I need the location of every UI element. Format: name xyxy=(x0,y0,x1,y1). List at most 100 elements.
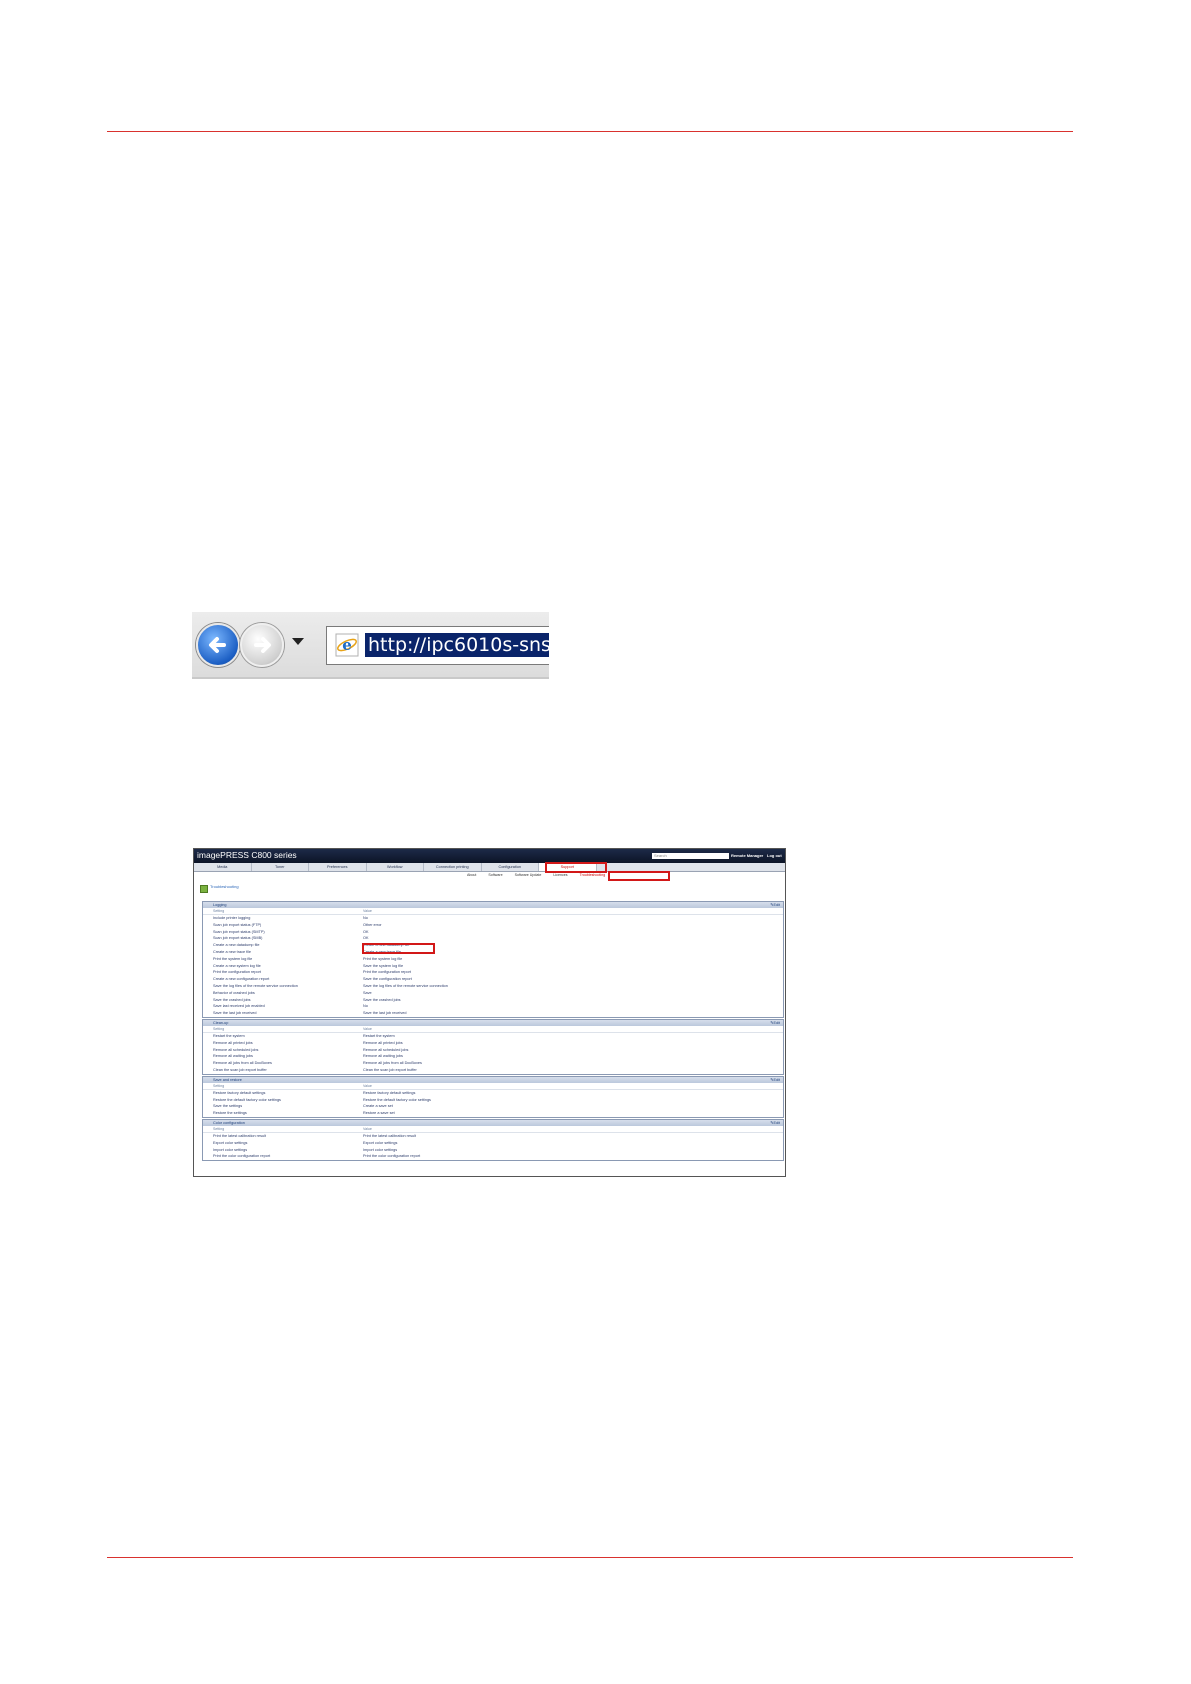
section-color-configuration: Color configuration ✎Edit Setting Value Prin… xyxy=(202,1118,784,1162)
setting-name: Remove all jobs from all DocBoxes xyxy=(213,1061,272,1066)
table-row: Restore the default factory color settin… xyxy=(203,1097,783,1104)
setting-value[interactable]: Create a save set xyxy=(363,1103,393,1110)
setting-name: Save the log files of the remote service… xyxy=(213,983,298,988)
history-dropdown-icon[interactable] xyxy=(292,638,304,645)
table-row: Create a new datadump file Create a new d… xyxy=(203,942,783,949)
section-logging: Logging ✎Edit Setting Value Include printer … xyxy=(202,901,784,1018)
table-row: Save the crashed jobs Save the crashed jo… xyxy=(203,997,783,1004)
setting-value[interactable]: Import color settings xyxy=(363,1147,397,1154)
table-row: Print the configuration report Print the … xyxy=(203,969,783,976)
column-header: Setting Value xyxy=(203,1126,783,1133)
setting-name: Create a new trace file xyxy=(213,949,251,954)
column-header: Setting Value xyxy=(203,908,783,915)
setting-name: Save the settings xyxy=(213,1104,243,1109)
setting-value[interactable]: Remove all scheduled jobs xyxy=(363,1047,408,1054)
setting-name: Remove all waiting jobs xyxy=(213,1054,253,1059)
url-text[interactable]: http://ipc6010s-sns xyxy=(365,633,549,657)
table-row: Print the latest calibration result Print… xyxy=(203,1133,783,1140)
setting-value[interactable]: No xyxy=(363,1003,368,1010)
setting-value[interactable]: Restore a save set xyxy=(363,1110,395,1117)
main-tabs: Media Toner Preferences Workflow Connection … xyxy=(194,863,785,872)
browser-address-bar-screenshot: e http://ipc6010s-sns xyxy=(192,612,549,679)
setting-value[interactable]: Export color settings xyxy=(363,1140,397,1147)
setting-value[interactable]: Print the latest calibration result xyxy=(363,1133,416,1140)
setting-value[interactable]: Print the configuration report xyxy=(363,969,411,976)
table-row: Restore the settings Restore a save set xyxy=(203,1110,783,1117)
column-setting: Setting xyxy=(213,1126,225,1131)
table-row: Save the last job received Save the last … xyxy=(203,1010,783,1017)
setting-name: Export color settings xyxy=(213,1140,248,1145)
table-row: Create a new trace file Create a new trac… xyxy=(203,949,783,956)
setting-value[interactable]: Restore the default factory color settin… xyxy=(363,1097,431,1104)
subtab-software-update[interactable]: Software Update xyxy=(512,872,545,879)
setting-value[interactable]: Restart the system xyxy=(363,1033,395,1040)
settings-sections: Logging ✎Edit Setting Value Include printer … xyxy=(202,901,784,1162)
tab-workflow[interactable]: Workflow xyxy=(367,863,424,871)
tab-toner[interactable]: Toner xyxy=(252,863,309,871)
table-row: Save last received job enabled No xyxy=(203,1003,783,1010)
setting-value[interactable]: Restore factory default settings xyxy=(363,1090,415,1097)
app-title: imagePRESS C800 series xyxy=(197,850,297,860)
datadump-highlight xyxy=(362,943,435,954)
address-field[interactable]: e http://ipc6010s-sns xyxy=(326,626,549,665)
forward-button[interactable] xyxy=(240,623,284,667)
setting-value[interactable]: No xyxy=(363,915,368,922)
svg-text:e: e xyxy=(342,636,352,654)
settings-editor-screenshot: imagePRESS C800 series Search Remote Man… xyxy=(193,848,786,1177)
table-row: Import color settings Import color settin… xyxy=(203,1147,783,1154)
subtab-software[interactable]: Software xyxy=(485,872,505,879)
search-input[interactable]: Search xyxy=(652,853,729,859)
back-button[interactable] xyxy=(196,623,240,667)
column-header: Setting Value xyxy=(203,1026,783,1033)
setting-value[interactable]: Remove all printed jobs xyxy=(363,1040,403,1047)
setting-value[interactable]: Save the configuration report xyxy=(363,976,412,983)
setting-value[interactable]: Save xyxy=(363,990,372,997)
table-row: Remove all printed jobs Remove all printe… xyxy=(203,1040,783,1047)
footer-rule xyxy=(107,1557,1073,1558)
setting-name: Create a new system log file xyxy=(213,963,261,968)
column-value: Value xyxy=(363,909,372,913)
table-row: Remove all jobs from all DocBoxes Remove … xyxy=(203,1060,783,1067)
setting-name: Create a new configuration report xyxy=(213,977,270,982)
setting-name: Save the crashed jobs xyxy=(213,997,251,1002)
tab-preferences[interactable]: Preferences xyxy=(309,863,367,871)
back-arrow-icon xyxy=(209,637,226,653)
support-tab-highlight xyxy=(545,862,607,873)
tab-media[interactable]: Media xyxy=(194,863,252,871)
subtab-about[interactable]: About xyxy=(464,872,479,879)
setting-value[interactable]: Print the system log file xyxy=(363,956,402,963)
title-bar: imagePRESS C800 series Search Remote Man… xyxy=(194,849,785,863)
column-value: Value xyxy=(363,1026,372,1031)
setting-value[interactable]: Remove all jobs from all DocBoxes xyxy=(363,1060,422,1067)
setting-value[interactable]: Other error xyxy=(363,922,382,929)
setting-name: Create a new datadump file xyxy=(213,943,260,948)
subtab-troubleshooting[interactable]: Troubleshooting xyxy=(577,872,609,879)
forward-arrow-icon xyxy=(254,637,271,653)
troubleshooting-tab-highlight xyxy=(608,871,670,881)
setting-value[interactable]: Clean the scan job export buffer xyxy=(363,1067,417,1074)
setting-name: Restore the settings xyxy=(213,1111,247,1116)
user-name: Remote Manager xyxy=(731,853,764,858)
setting-value[interactable]: Remove all waiting jobs xyxy=(363,1053,403,1060)
section-save-and-restore: Save and restore ✎Edit Setting Value Restore… xyxy=(202,1075,784,1118)
setting-value[interactable]: Save the log files of the remote service… xyxy=(363,983,448,990)
setting-value[interactable]: Save the crashed jobs xyxy=(363,997,401,1004)
setting-value[interactable]: Print the color configuration report xyxy=(363,1153,420,1160)
setting-value[interactable]: Save the system log file xyxy=(363,963,403,970)
tab-connection-printing[interactable]: Connection printing xyxy=(424,863,482,871)
setting-value[interactable]: Save the last job received xyxy=(363,1010,406,1017)
setting-name: Clean the scan job export buffer xyxy=(213,1067,267,1072)
setting-name: Remove all printed jobs xyxy=(213,1040,253,1045)
table-row: Create a new system log file Save the sys… xyxy=(203,963,783,970)
table-row: Print the system log file Print the syste… xyxy=(203,956,783,963)
table-row: Behavior of crashed jobs Save xyxy=(203,990,783,997)
section-clean-up: Clean-up ✎Edit Setting Value Restart the sys… xyxy=(202,1018,784,1075)
setting-name: Behavior of crashed jobs xyxy=(213,990,255,995)
column-header: Setting Value xyxy=(203,1083,783,1090)
logout-link[interactable]: Log out xyxy=(767,852,782,860)
table-row: Export color settings Export color settin… xyxy=(203,1140,783,1147)
tab-configuration[interactable]: Configuration xyxy=(482,863,539,871)
subtab-licences[interactable]: Licences xyxy=(550,872,570,879)
setting-value[interactable]: OK xyxy=(363,935,369,942)
setting-value[interactable]: OK xyxy=(363,929,369,936)
